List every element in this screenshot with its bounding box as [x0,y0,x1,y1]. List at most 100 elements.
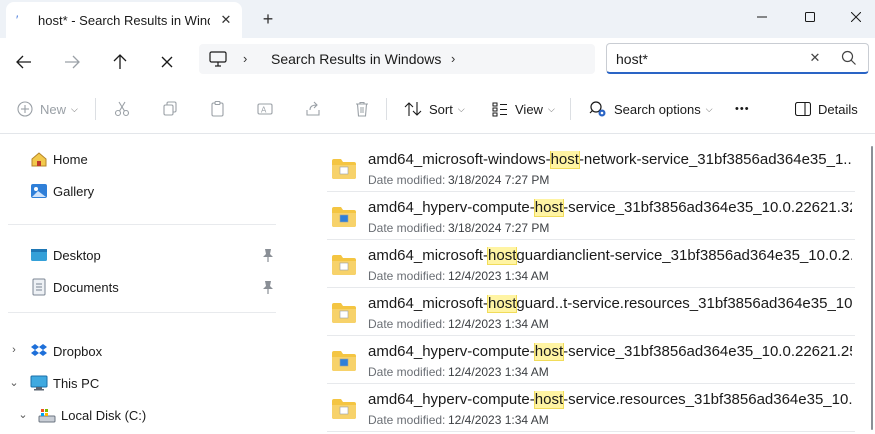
search-results-list: amd64_microsoft-windows-host-network-ser… [283,134,875,434]
maximize-icon [805,12,815,22]
nav-item-dropbox[interactable]: Dropbox [30,340,102,362]
result-row[interactable]: amd64_hyperv-compute-host-service_31bf38… [327,194,855,240]
search-options-button[interactable]: Search options ⌵ [589,97,713,121]
rename-button[interactable]: A [257,97,273,121]
nav-item-desktop[interactable]: Desktop [30,244,101,266]
up-button[interactable] [104,46,136,78]
view-button[interactable]: View ⌵ [492,97,555,121]
nav-label: Home [53,151,88,167]
date-modified-value: 12/4/2023 1:34 AM [448,365,549,379]
local-disk-icon [38,406,56,424]
date-modified-value: 12/4/2023 1:34 AM [448,413,549,427]
share-button[interactable] [305,97,321,121]
tab-close-icon[interactable]: ✕ [218,12,234,28]
search-match-highlight: host [549,151,580,169]
folder-icon [331,398,357,420]
scrollbar[interactable] [871,146,873,430]
cut-button[interactable] [114,97,130,121]
date-modified-value: 3/18/2024 7:27 PM [448,221,550,235]
new-tab-button[interactable]: + [258,9,278,29]
date-modified-value: 3/18/2024 7:27 PM [448,173,550,187]
divider [386,98,387,120]
this-pc-icon [30,374,48,392]
search-box[interactable]: ✕ [606,43,869,74]
search-match-highlight: host [533,391,565,409]
result-row[interactable]: amd64_hyperv-compute-host-service_31bf38… [327,338,855,384]
paste-button[interactable] [210,97,226,121]
result-name[interactable]: amd64_hyperv-compute-host-service.resour… [368,391,852,411]
name-suffix: guardianclient-service_31bf3856ad364e35_… [516,247,852,264]
clipboard-icon [211,101,224,117]
forward-button[interactable] [56,46,88,78]
trash-icon [356,101,368,117]
chevron-down-icon[interactable]: ⌄ [8,376,20,390]
date-modified-label: Date modified: [368,317,446,331]
chevron-down-icon[interactable]: ⌄ [17,408,29,422]
name-prefix: amd64_microsoft- [368,247,489,264]
close-window-button[interactable] [833,0,875,34]
nav-item-gallery[interactable]: Gallery [30,180,94,202]
result-row[interactable]: amd64_hyperv-compute-host-service.resour… [327,386,855,432]
result-name[interactable]: amd64_hyperv-compute-host-service_31bf38… [368,343,852,363]
folder-icon [331,350,357,372]
result-name[interactable]: amd64_microsoft-windows-host-network-ser… [368,151,852,171]
result-row[interactable]: amd64_microsoft-windows-host-network-ser… [327,146,855,192]
search-input[interactable] [616,50,796,68]
new-label: New [40,101,67,117]
delete-button[interactable] [354,97,370,121]
address-path[interactable]: Search Results in Windows [271,51,471,67]
copy-icon [163,101,177,116]
new-button[interactable]: New ⌵ [17,97,78,121]
chevron-right-icon[interactable]: › [243,51,255,67]
minimize-button[interactable] [739,0,785,34]
clear-search-icon[interactable]: ✕ [807,49,823,67]
result-name[interactable]: amd64_microsoft-hostguardianclient-servi… [368,247,852,267]
tab-search-results[interactable]: ′ host* - Search Results in Windo ✕ [6,2,242,38]
maximize-button[interactable] [787,0,833,34]
chevron-right-icon[interactable]: › [8,344,20,358]
result-row[interactable]: amd64_microsoft-hostguardianclient-servi… [327,242,855,288]
date-modified-label: Date modified: [368,173,446,187]
folder-icon [331,158,357,180]
name-prefix: amd64_hyperv-compute- [368,391,535,408]
pin-icon[interactable] [262,248,274,262]
arrow-left-icon [16,55,31,69]
nav-label: Gallery [53,183,95,199]
back-button[interactable] [8,46,40,78]
date-modified-value: 12/4/2023 1:34 AM [448,269,549,283]
stop-button[interactable] [151,46,183,78]
folder-icon [331,302,357,324]
name-prefix: amd64_hyperv-compute- [368,343,535,360]
result-name[interactable]: amd64_hyperv-compute-host-service_31bf38… [368,199,852,219]
nav-label: Dropbox [53,343,103,359]
date-modified-label: Date modified: [368,413,446,427]
nav-item-this-pc[interactable]: This PC [30,372,99,394]
close-icon [851,12,861,22]
nav-item-documents[interactable]: Documents [30,276,119,298]
nav-item-home[interactable]: Home [30,148,88,170]
sort-button[interactable]: Sort ⌵ [404,97,465,121]
copy-button[interactable] [162,97,178,121]
sort-icon [404,102,422,116]
chevron-right-icon[interactable]: › [451,51,463,67]
sort-label: Sort [429,101,453,117]
navigation-pane: Home Gallery Desktop Documents › Dropbox… [0,134,283,434]
view-label: View [515,101,543,117]
nav-item-local-disk[interactable]: Local Disk (C:) [38,404,146,426]
details-button[interactable]: Details [795,97,858,121]
documents-icon [30,278,48,296]
divider [8,312,276,313]
search-match-highlight: host [533,343,565,361]
nav-label: This PC [53,375,100,391]
rename-icon: A [257,103,273,115]
pin-icon[interactable] [262,280,274,294]
view-list-icon [492,102,507,117]
search-options-label: Search options [614,101,701,117]
search-icon[interactable] [841,50,857,66]
date-modified-label: Date modified: [368,221,446,235]
result-row[interactable]: amd64_microsoft-hostguard..t-service.res… [327,290,855,336]
address-bar[interactable]: › Search Results in Windows › [199,44,595,74]
result-name[interactable]: amd64_microsoft-hostguard..t-service.res… [368,295,852,315]
more-options-button[interactable]: ••• [735,97,750,121]
name-prefix: amd64_hyperv-compute- [368,199,535,216]
